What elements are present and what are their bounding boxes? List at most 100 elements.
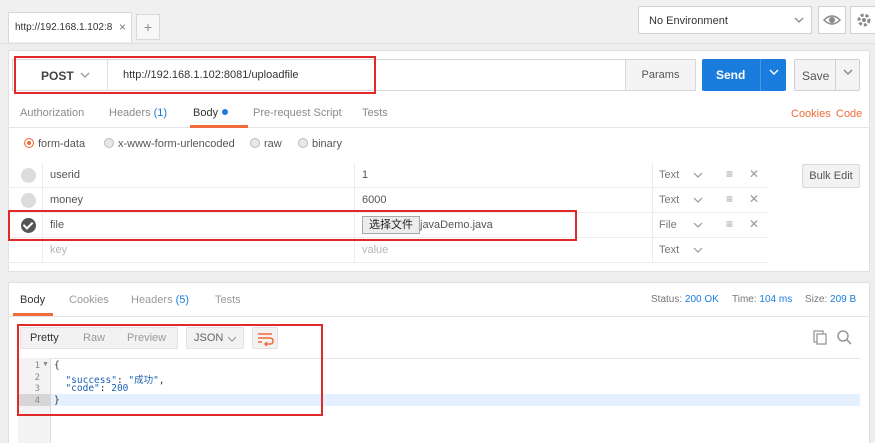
size-value: 209 B [830,294,857,305]
view-preview-button[interactable]: Preview [127,332,166,344]
close-icon[interactable]: ✕ [749,217,759,231]
row-type[interactable]: Text [659,169,679,181]
cookies-link[interactable]: Cookies [791,108,831,120]
chevron-down-icon[interactable] [760,59,786,91]
wrap-lines-button[interactable] [252,327,278,349]
chevron-down-icon[interactable] [692,192,704,211]
environment-label: No Environment [649,15,728,27]
format-select[interactable]: JSON [186,327,244,349]
search-icon[interactable] [836,329,852,345]
tab-authorization[interactable]: Authorization [20,107,84,119]
manage-environments-button[interactable] [850,6,875,34]
column-divider [652,213,653,238]
active-line-highlight [51,394,860,406]
view-mode-group: Pretty Raw Preview [20,327,178,349]
copy-icon[interactable] [812,329,828,345]
code-line-1: { [54,360,60,371]
key-input[interactable]: key [50,244,67,256]
column-divider [42,163,43,188]
send-label: Send [716,68,746,82]
row-type[interactable]: Text [659,244,679,256]
chevron-down-icon[interactable] [692,217,704,236]
chevron-down-icon[interactable] [692,167,704,186]
url-input[interactable]: http://192.168.1.102:8081/uploadfile [123,69,299,81]
radio-icon [298,138,308,148]
column-divider [42,213,43,238]
request-tabs: Authorization Headers (1) Body Pre-reque… [8,100,870,128]
tab-body[interactable]: Body [193,107,229,119]
row-type[interactable]: Text [659,194,679,206]
tab-headers[interactable]: Headers (1) [109,107,167,119]
column-divider [652,188,653,213]
drag-handle-icon[interactable]: ≡ [726,217,733,231]
chevron-down-icon[interactable] [692,242,704,261]
response-tab-cookies[interactable]: Cookies [69,294,109,306]
response-tab-headers[interactable]: Headers (5) [131,294,189,306]
column-divider [652,163,653,188]
row-value[interactable]: 6000 [362,194,386,206]
drag-handle-icon[interactable]: ≡ [726,192,733,206]
radio-raw[interactable]: raw [250,138,282,152]
row-checkbox[interactable] [21,168,36,183]
column-divider [354,213,355,238]
method-label: POST [41,69,74,83]
environment-quick-look-button[interactable] [818,6,846,34]
save-button[interactable]: Save [794,59,860,91]
code-link[interactable]: Code [836,108,862,120]
row-key[interactable]: money [50,194,83,206]
response-tab-tests[interactable]: Tests [215,294,241,306]
save-label: Save [802,69,830,83]
wrap-icon [258,333,274,347]
radio-binary-label: binary [312,138,342,150]
row-key[interactable]: file [50,219,64,231]
environment-select[interactable]: No Environment [638,6,812,34]
bulk-edit-button[interactable]: Bulk Edit [802,164,860,188]
request-tab-title: http://192.168.1.102:8 [15,22,113,33]
row-type[interactable]: File [659,219,677,231]
view-pretty-button[interactable]: Pretty [30,332,59,344]
url-bar: POST http://192.168.1.102:8081/uploadfil… [12,59,696,91]
view-raw-button[interactable]: Raw [83,332,105,344]
response-status: Status: 200 OK [651,294,719,305]
fold-arrow-icon[interactable]: ▼ [42,361,49,368]
close-icon[interactable]: × [119,20,126,34]
response-tab-body[interactable]: Body [20,294,45,306]
line-number: 2 [34,373,40,383]
method-select[interactable]: POST [13,60,108,90]
params-button[interactable]: Params [625,60,695,90]
close-icon[interactable]: ✕ [749,192,759,206]
line-number: 1 [34,361,40,371]
tab-headers-count: (1) [153,107,168,119]
add-tab-button[interactable]: + [136,14,160,40]
row-checkbox[interactable] [21,193,36,208]
code-line-3: "code": 200 [65,383,129,394]
close-icon[interactable]: ✕ [749,167,759,181]
row-checkbox[interactable] [21,218,36,233]
radio-urlencoded[interactable]: x-www-form-urlencoded [104,138,235,152]
form-row-money: money 6000 Text ≡ ✕ [8,188,768,213]
form-row-file: file 选择文件 javaDemo.java File ≡ ✕ [8,213,768,238]
radio-form-data[interactable]: form-data [24,138,85,152]
code-line-4: } [54,395,60,406]
time-value: 104 ms [759,294,793,305]
code-value: "成功" [128,375,159,386]
response-time: Time: 104 ms [732,294,792,305]
request-tab[interactable]: http://192.168.1.102:8 × [8,12,132,42]
active-tab-underline [190,125,248,128]
chevron-down-icon[interactable] [835,60,859,90]
choose-file-button[interactable]: 选择文件 [362,216,420,234]
radio-binary[interactable]: binary [298,138,342,152]
chevron-down-icon [793,12,805,31]
tab-tests[interactable]: Tests [362,107,388,119]
row-key[interactable]: userid [50,169,80,181]
radio-icon [104,138,114,148]
response-tab-headers-label: Headers [131,294,173,306]
row-value[interactable]: 1 [362,169,368,181]
value-input[interactable]: value [362,244,388,256]
column-divider [42,188,43,213]
chevron-down-icon [79,67,91,86]
tab-pre-request-script[interactable]: Pre-request Script [253,107,342,119]
drag-handle-icon[interactable]: ≡ [726,167,733,181]
send-button[interactable]: Send [702,59,786,91]
chevron-down-icon [226,331,238,350]
